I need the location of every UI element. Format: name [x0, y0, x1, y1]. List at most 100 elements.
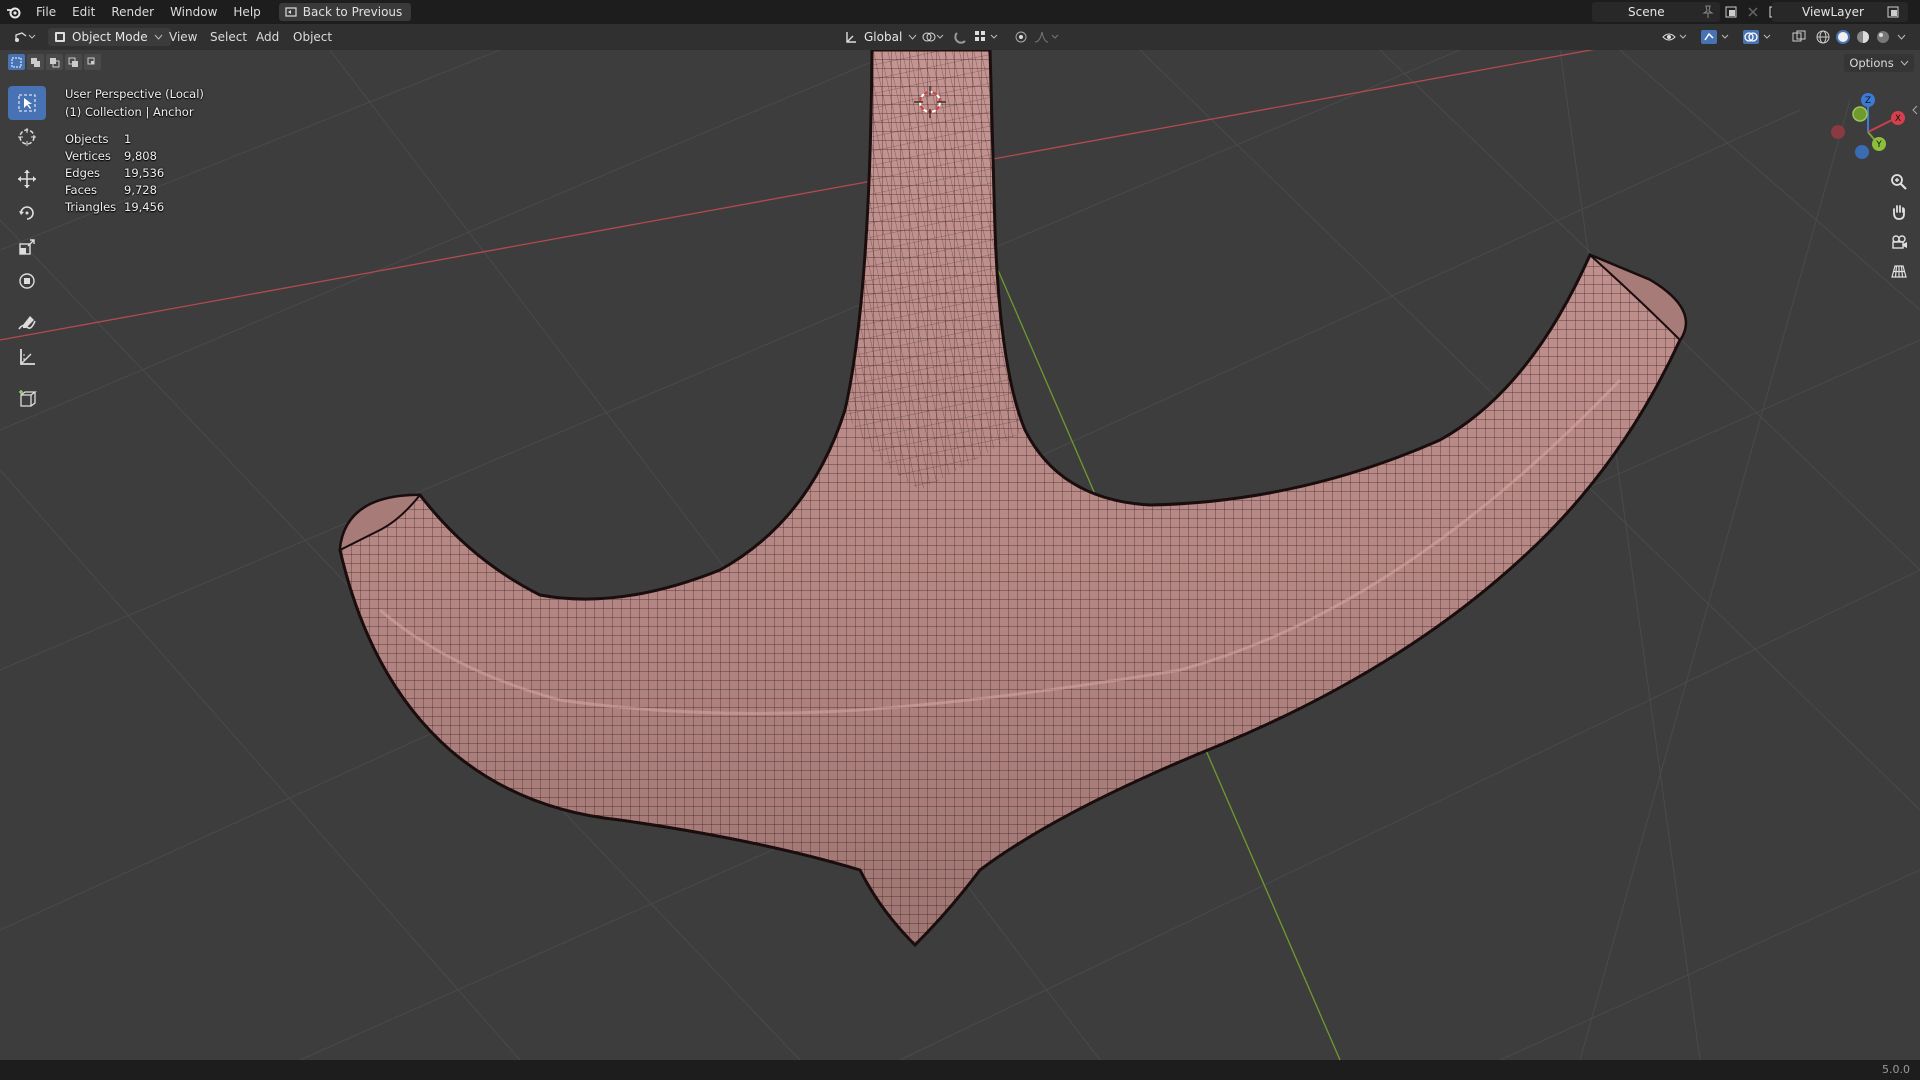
select-new-icon[interactable] — [8, 54, 25, 70]
status-bar: 5.0.0 — [0, 1060, 1920, 1080]
material-shading-icon[interactable] — [1854, 28, 1872, 46]
pivot-point-icon[interactable] — [918, 28, 946, 46]
delete-scene-icon[interactable] — [1744, 3, 1762, 21]
hand-icon — [1893, 205, 1905, 220]
scene-name-field[interactable]: Scene — [1592, 2, 1720, 22]
gizmo-x-label: X — [1895, 114, 1901, 124]
solid-shading-icon[interactable] — [1834, 28, 1852, 46]
stat-row: Objects 1 — [65, 132, 132, 146]
select-intersect-icon[interactable] — [84, 54, 101, 70]
transform-orientation-select[interactable]: Global — [838, 28, 923, 46]
zoom-button[interactable] — [1884, 168, 1914, 196]
move-icon — [18, 170, 36, 188]
editor-type-icon[interactable] — [10, 28, 40, 46]
stat-row: Vertices 9,808 — [65, 149, 157, 163]
version-label: 5.0.0 — [1882, 1063, 1910, 1076]
3d-viewport[interactable]: User Perspective (Local) (1) Collection … — [0, 50, 1920, 1060]
scale-tool[interactable] — [8, 230, 46, 264]
rotate-tool[interactable] — [8, 196, 46, 230]
move-tool[interactable] — [8, 162, 46, 196]
viewport-scene[interactable] — [0, 50, 1920, 1060]
sidebar-toggle-icon[interactable] — [1912, 100, 1918, 119]
falloff-icon[interactable] — [1032, 28, 1062, 46]
wireframe-shading-icon[interactable] — [1814, 28, 1832, 46]
top-menu-bar: File Edit Render Window Help Back to Pre… — [0, 0, 1920, 24]
options-label: Options — [1849, 56, 1894, 70]
object-mode-icon — [55, 32, 65, 42]
menu-select[interactable]: Select — [210, 28, 247, 46]
viewport-header: Object Mode View Select Add Object Globa… — [0, 24, 1920, 50]
menu-file[interactable]: File — [28, 0, 64, 24]
view-layer-name-field[interactable]: ViewLayer — [1772, 2, 1908, 22]
menu-add[interactable]: Add — [256, 28, 279, 46]
transform-tool[interactable] — [8, 264, 46, 298]
scene-statistics: Objects 1 Vertices 9,808 Edges 19,536 Faces… — [65, 131, 164, 216]
menu-window[interactable]: Window — [162, 0, 225, 24]
stat-row: Triangles 19,456 — [65, 200, 165, 214]
orientation-label: Global — [864, 30, 903, 44]
shading-options-chevron-icon[interactable] — [1894, 28, 1908, 46]
back-icon — [285, 7, 297, 17]
menu-render[interactable]: Render — [103, 0, 162, 24]
blender-logo-icon[interactable] — [0, 0, 28, 24]
anchor-mesh — [338, 50, 1688, 948]
cursor-icon — [18, 128, 36, 146]
viewport-info-text: User Perspective (Local) (1) Collection … — [65, 85, 204, 121]
mode-label: Object Mode — [72, 30, 148, 44]
chevron-down-icon — [154, 34, 162, 40]
tool-shelf — [8, 86, 46, 416]
perspective-toggle-button[interactable] — [1884, 258, 1914, 286]
menu-help[interactable]: Help — [225, 0, 268, 24]
annotate-icon — [18, 316, 36, 330]
select-invert-icon[interactable] — [65, 54, 82, 70]
navigation-gizmo[interactable]: Z X Y — [1820, 88, 1910, 168]
xray-toggle-icon[interactable] — [1790, 28, 1808, 46]
select-box-tool[interactable] — [8, 86, 46, 120]
measure-icon — [20, 349, 35, 365]
scene-name: Scene — [1628, 5, 1665, 19]
stat-row: Edges 19,536 — [65, 166, 165, 180]
snap-toggle-icon[interactable] — [952, 28, 970, 46]
mode-select[interactable]: Object Mode — [48, 28, 171, 46]
cursor-tool[interactable] — [8, 120, 46, 154]
transform-icon — [19, 273, 35, 289]
rotate-icon — [19, 206, 34, 220]
chevron-down-icon — [908, 34, 917, 40]
add-cube-icon — [19, 390, 37, 407]
back-to-previous-button[interactable]: Back to Previous — [278, 3, 412, 21]
collection-label: (1) Collection | Anchor — [65, 105, 194, 119]
pin-icon[interactable] — [1702, 5, 1714, 22]
gizmo-y-label: Y — [1875, 140, 1882, 150]
select-extend-icon[interactable] — [27, 54, 44, 70]
proportional-editing-icon[interactable] — [1012, 28, 1030, 46]
options-dropdown[interactable]: Options — [1844, 54, 1914, 72]
visibility-select-icon[interactable] — [1660, 28, 1692, 46]
view-layer-name: ViewLayer — [1802, 5, 1864, 19]
snap-target-icon[interactable] — [972, 28, 1002, 46]
gizmo-toggle-icon[interactable] — [1698, 28, 1734, 46]
grid-perspective-icon — [1891, 265, 1907, 278]
select-box-icon — [18, 94, 36, 112]
stat-row: Faces 9,728 — [65, 183, 157, 197]
annotate-tool[interactable] — [8, 306, 46, 340]
overlays-toggle-icon[interactable] — [1740, 28, 1776, 46]
menu-object[interactable]: Object — [293, 28, 332, 46]
select-subtract-icon[interactable] — [46, 54, 63, 70]
back-to-previous-label: Back to Previous — [302, 5, 403, 19]
new-scene-icon[interactable] — [1722, 3, 1740, 21]
rendered-shading-icon[interactable] — [1874, 28, 1892, 46]
menu-view[interactable]: View — [169, 28, 197, 46]
add-cube-tool[interactable] — [8, 382, 46, 416]
measure-tool[interactable] — [8, 340, 46, 374]
orientation-icon — [846, 32, 856, 43]
scale-icon — [19, 239, 35, 255]
camera-view-button[interactable] — [1884, 228, 1914, 256]
new-view-layer-icon[interactable] — [1886, 5, 1900, 22]
menu-edit[interactable]: Edit — [64, 0, 103, 24]
pan-button[interactable] — [1884, 198, 1914, 226]
selection-mode-row — [8, 54, 101, 70]
perspective-label: User Perspective (Local) — [65, 87, 204, 101]
camera-icon — [1892, 235, 1907, 249]
zoom-icon — [1891, 174, 1907, 190]
chevron-down-icon — [1900, 60, 1909, 66]
